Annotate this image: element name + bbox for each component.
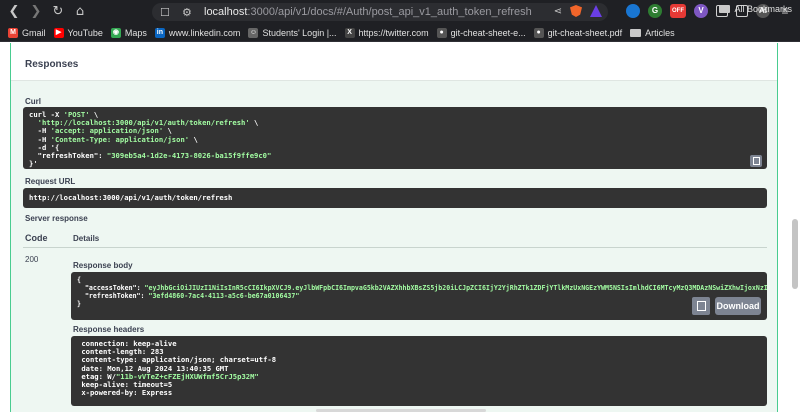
brave-shield-icon[interactable] — [570, 5, 582, 17]
address-bar[interactable]: ☐ ⚙ localhost:3000/api/v1/docs/#/Auth/po… — [152, 3, 608, 21]
all-bookmarks-button[interactable]: All Bookmarks — [719, 4, 792, 14]
extension-off-icon[interactable]: OFF — [670, 4, 686, 18]
reload-icon[interactable]: ↻ — [50, 4, 66, 20]
brave-rewards-icon[interactable] — [590, 5, 602, 17]
server-response-label: Server response — [25, 214, 88, 223]
bookmark-icon: ☺ — [248, 27, 259, 38]
bookmark-label: git-cheat-sheet-e... — [450, 27, 526, 38]
bookmark-label: Students' Login |... — [262, 27, 337, 38]
browser-toolbar: ❮ ❯ ↻ ⌂ ☐ ⚙ localhost:3000/api/v1/docs/#… — [0, 0, 800, 24]
bookmark-icon: ● — [436, 27, 447, 38]
bookmark-item[interactable]: ● git-cheat-sheet-e... — [436, 27, 526, 38]
swagger-page: Responses Curl curl -X 'POST' \ 'http://… — [0, 43, 800, 412]
response-headers-block[interactable]: connection: keep-alive content-length: 2… — [71, 336, 767, 406]
bookmark-item[interactable]: Xhttps://twitter.com — [344, 27, 429, 38]
bookmark-label: Maps — [124, 27, 147, 38]
bookmark-icon: M — [8, 27, 18, 38]
extension-v-icon[interactable]: V — [694, 4, 708, 18]
response-body-label: Response body — [73, 261, 133, 270]
url-path: :3000/api/v1/docs/#/Auth/post_api_v1_aut… — [247, 6, 532, 18]
page-scrollbar[interactable] — [789, 43, 800, 412]
curl-code-block[interactable]: curl -X 'POST' \ 'http://localhost:3000/… — [23, 107, 767, 169]
scrollbar-thumb[interactable] — [792, 219, 798, 289]
code-line: "refreshToken": "309eb5a4-1d2e-4173-8026… — [37, 151, 272, 161]
code-line: keep-alive: timeout=5 — [77, 380, 173, 390]
bookmark-label: git-cheat-sheet.pdf — [547, 27, 623, 38]
bookmark-icon — [630, 28, 642, 37]
bookmark-item[interactable]: ● git-cheat-sheet.pdf — [533, 27, 623, 38]
all-bookmarks-label: All Bookmarks — [734, 4, 792, 14]
copy-body-icon[interactable] — [692, 297, 710, 315]
bookmark-item[interactable]: ☺ Students' Login |... — [248, 27, 337, 38]
code-line: } — [77, 300, 81, 308]
bookmark-item[interactable]: ◉ Maps — [110, 27, 147, 38]
code-line: etag: W/"11b-vVTeZ+cFZEjHXUWfmf5CrJ5p32M… — [77, 371, 259, 381]
responses-title: Responses — [25, 59, 79, 70]
bookmark-label: Articles — [645, 27, 675, 38]
bookmark-label: www.linkedin.com — [168, 27, 241, 38]
bookmark-icon[interactable]: ☐ — [160, 6, 174, 19]
code-line: -H 'Content-Type: application/json' \ — [29, 134, 198, 144]
bookmark-item[interactable]: M Gmail — [8, 27, 46, 38]
bookmark-item[interactable]: in www.linkedin.com — [154, 27, 241, 38]
site-info-icon[interactable]: ⚙ — [182, 6, 196, 19]
copy-curl-icon[interactable] — [750, 155, 762, 167]
bookmark-label: https://twitter.com — [358, 27, 429, 38]
extension-blue-icon[interactable] — [626, 4, 640, 18]
operation-panel: Responses Curl curl -X 'POST' \ 'http://… — [10, 43, 778, 412]
request-url-block[interactable]: http://localhost:3000/api/v1/auth/token/… — [23, 188, 767, 208]
bookmarks-bar: M Gmail ▶ YouTube ◉ Maps in www.linkedin.com ☺ St… — [0, 24, 800, 42]
bookmark-icon: X — [344, 27, 355, 38]
url-host: localhost — [204, 6, 248, 18]
share-icon[interactable]: ⋖ — [554, 6, 562, 17]
back-icon[interactable]: ❮ — [6, 4, 22, 20]
download-button[interactable]: Download — [715, 297, 761, 315]
bookmark-label: YouTube — [67, 27, 103, 38]
address-url[interactable]: localhost:3000/api/v1/docs/#/Auth/post_a… — [204, 6, 532, 18]
bookmark-label: Gmail — [22, 27, 46, 38]
code-line: { — [77, 276, 81, 284]
code-line: connection: keep-alive — [77, 339, 177, 348]
responses-header: Responses — [11, 43, 777, 81]
details-column-header: Details — [73, 234, 100, 243]
folder-icon — [719, 5, 731, 13]
bookmark-item[interactable]: Articles — [630, 28, 675, 38]
home-icon[interactable]: ⌂ — [72, 4, 88, 20]
code-column-header: Code — [25, 233, 48, 243]
bookmark-icon: ◉ — [110, 27, 121, 38]
response-headers-label: Response headers — [73, 325, 145, 334]
bookmark-icon: in — [154, 27, 165, 38]
response-body-block[interactable]: { "accessToken": "eyJhbGciOiJIUzI1NiIsIn… — [71, 272, 767, 320]
request-url-label: Request URL — [25, 177, 76, 186]
bookmark-icon: ● — [533, 27, 544, 38]
forward-icon[interactable]: ❯ — [28, 4, 44, 20]
code-line: "accessToken": "eyJhbGciOiJIUzI1NiIsInR5… — [84, 284, 767, 292]
bookmark-icon: ▶ — [53, 27, 64, 38]
curl-label: Curl — [25, 97, 41, 106]
bookmark-item[interactable]: ▶ YouTube — [53, 27, 103, 38]
code-line: }' — [29, 159, 38, 169]
code-line: "refreshToken": "3efd4860-7ac4-4113-a5c6… — [84, 292, 300, 300]
table-divider — [23, 247, 767, 248]
status-code: 200 — [25, 255, 39, 264]
code-line: x-powered-by: Express — [77, 388, 173, 398]
extension-grammarly-icon[interactable]: G — [648, 4, 662, 18]
